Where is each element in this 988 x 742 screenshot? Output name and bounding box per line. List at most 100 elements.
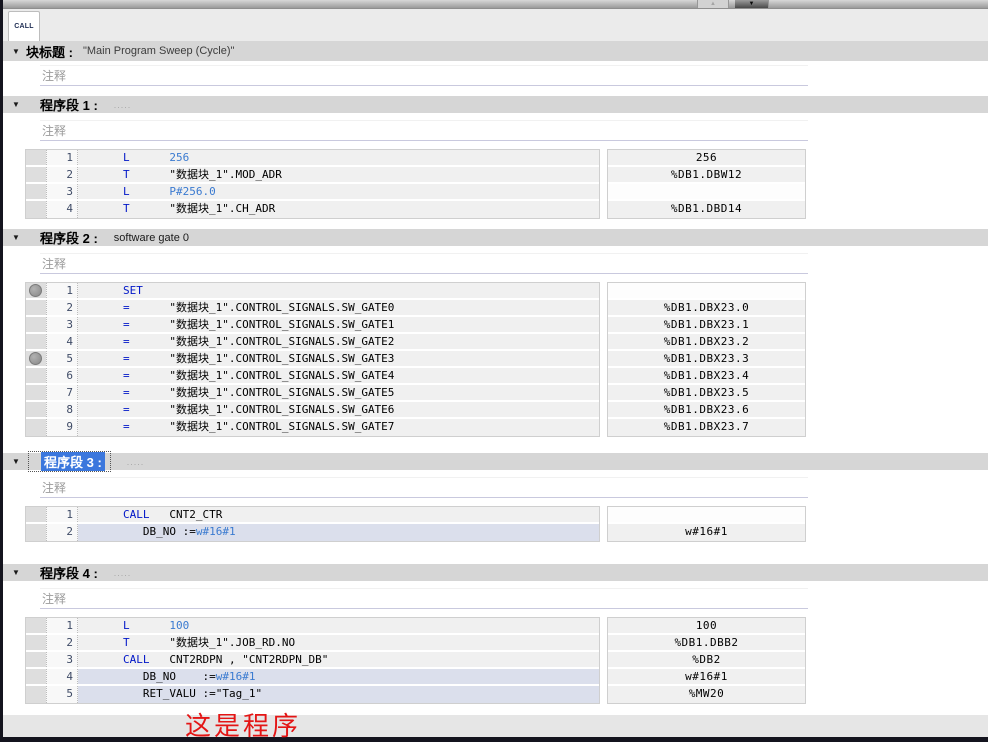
network-section: ▼ 程序段 1 : ..... 注释 1L 2562T "数据块_1".MOD_… [3, 96, 988, 219]
code-cell[interactable]: = "数据块_1".CONTROL_SIGNALS.SW_GATE4 [78, 368, 599, 383]
code-token [150, 508, 170, 521]
code-cell[interactable]: = "数据块_1".CONTROL_SIGNALS.SW_GATE5 [78, 385, 599, 400]
network-comment-field[interactable]: 注释 [40, 477, 808, 498]
code-line[interactable]: 5= "数据块_1".CONTROL_SIGNALS.SW_GATE3 [26, 351, 599, 368]
network-label[interactable]: 程序段 1 : [40, 95, 98, 114]
collapse-triangle-icon[interactable]: ▼ [12, 100, 26, 109]
scroll-down-button[interactable]: ▼ [735, 0, 769, 8]
network-label-box[interactable]: 程序段 1 : [40, 95, 98, 114]
collapse-triangle-icon[interactable]: ▼ [12, 568, 26, 577]
code-line[interactable]: 3L P#256.0 [26, 184, 599, 201]
code-line[interactable]: 2T "数据块_1".JOB_RD.NO [26, 635, 599, 652]
network-header[interactable]: ▼ 程序段 4 : ..... [3, 564, 988, 581]
stl-code-table: 1SET2= "数据块_1".CONTROL_SIGNALS.SW_GATE03… [25, 282, 988, 437]
network-label[interactable]: 程序段 4 : [40, 563, 98, 582]
code-cell[interactable]: SET [78, 283, 599, 298]
network-comment-field[interactable]: 注释 [40, 253, 808, 274]
code-token: L [123, 151, 130, 164]
code-line[interactable]: 9= "数据块_1".CONTROL_SIGNALS.SW_GATE7 [26, 419, 599, 436]
code-token [130, 335, 170, 348]
code-token: "数据块_1".CONTROL_SIGNALS.SW_GATE5 [169, 386, 394, 399]
code-line[interactable]: 1CALL CNT2_CTR [26, 507, 599, 524]
code-token: "数据块_1".JOB_RD.NO [169, 636, 295, 649]
collapse-triangle-icon[interactable]: ▼ [12, 47, 26, 56]
code-cell[interactable]: L P#256.0 [78, 184, 599, 199]
code-token: "数据块_1".CONTROL_SIGNALS.SW_GATE3 [169, 352, 394, 365]
scroll-up-button[interactable]: ▲ [697, 0, 729, 8]
line-gutter [26, 351, 46, 366]
code-token: := [202, 687, 215, 700]
code-line[interactable]: 2 DB_NO :=w#16#1 [26, 524, 599, 541]
code-cell[interactable]: = "数据块_1".CONTROL_SIGNALS.SW_GATE6 [78, 402, 599, 417]
network-label[interactable]: 程序段 2 : [40, 228, 98, 247]
code-line[interactable]: 4= "数据块_1".CONTROL_SIGNALS.SW_GATE2 [26, 334, 599, 351]
network-title[interactable]: ..... [127, 457, 145, 467]
code-line[interactable]: 1L 256 [26, 150, 599, 167]
code-line[interactable]: 1L 100 [26, 618, 599, 635]
network-label-box[interactable]: 程序段 4 : [40, 563, 98, 582]
code-token [130, 636, 170, 649]
code-cell[interactable]: L 100 [78, 618, 599, 633]
block-comment-field[interactable]: 注释 [40, 65, 808, 86]
line-gutter [26, 334, 46, 349]
network-title[interactable]: ..... [114, 568, 132, 578]
code-line[interactable]: 2T "数据块_1".MOD_ADR [26, 167, 599, 184]
line-number: 2 [46, 524, 78, 541]
code-cell[interactable]: DB_NO :=w#16#1 [78, 669, 599, 684]
code-token: RET_VALU [123, 687, 202, 700]
code-cell[interactable]: = "数据块_1".CONTROL_SIGNALS.SW_GATE2 [78, 334, 599, 349]
line-number: 1 [46, 618, 78, 633]
address-column: 256%DB1.DBW12%DB1.DBD14 [607, 149, 806, 219]
network-header[interactable]: ▼ 程序段 2 : software gate 0 [3, 229, 988, 246]
code-cell[interactable]: CALL CNT2_CTR [78, 507, 599, 522]
network-comment-field[interactable]: 注释 [40, 120, 808, 141]
code-cell[interactable]: = "数据块_1".CONTROL_SIGNALS.SW_GATE0 [78, 300, 599, 315]
code-line[interactable]: 2= "数据块_1".CONTROL_SIGNALS.SW_GATE0 [26, 300, 599, 317]
code-token: "数据块_1".CH_ADR [169, 202, 275, 215]
line-gutter [26, 283, 46, 298]
code-line[interactable]: 4 DB_NO :=w#16#1 [26, 669, 599, 686]
collapse-triangle-icon[interactable]: ▼ [12, 457, 26, 466]
network-comment-field[interactable]: 注释 [40, 588, 808, 609]
code-cell[interactable]: = "数据块_1".CONTROL_SIGNALS.SW_GATE7 [78, 419, 599, 436]
code-line[interactable]: 3CALL CNT2RDPN , "CNT2RDPN_DB" [26, 652, 599, 669]
code-cell[interactable]: RET_VALU :="Tag_1" [78, 686, 599, 703]
code-line[interactable]: 6= "数据块_1".CONTROL_SIGNALS.SW_GATE4 [26, 368, 599, 385]
tab-call[interactable]: CALL [8, 11, 40, 41]
code-token [130, 420, 170, 433]
code-line[interactable]: 3= "数据块_1".CONTROL_SIGNALS.SW_GATE1 [26, 317, 599, 334]
address-column: %DB1.DBX23.0%DB1.DBX23.1%DB1.DBX23.2%DB1… [607, 282, 806, 437]
code-line[interactable]: 4T "数据块_1".CH_ADR [26, 201, 599, 218]
line-number: 4 [46, 201, 78, 218]
code-cell[interactable]: T "数据块_1".CH_ADR [78, 201, 599, 218]
code-cell[interactable]: T "数据块_1".MOD_ADR [78, 167, 599, 182]
address-cell: %DB2 [608, 652, 805, 669]
code-line[interactable]: 5 RET_VALU :="Tag_1" [26, 686, 599, 703]
code-cell[interactable]: L 256 [78, 150, 599, 165]
network-label-box[interactable]: 程序段 3 : [28, 451, 111, 472]
network-title[interactable]: ..... [114, 100, 132, 110]
collapse-triangle-icon[interactable]: ▼ [12, 233, 26, 242]
code-token: P#256.0 [169, 185, 215, 198]
code-cell[interactable]: T "数据块_1".JOB_RD.NO [78, 635, 599, 650]
code-cell[interactable]: = "数据块_1".CONTROL_SIGNALS.SW_GATE1 [78, 317, 599, 332]
code-token [130, 301, 170, 314]
network-section: ▼ 程序段 2 : software gate 0 注释 1SET2= "数据块… [3, 229, 988, 437]
network-header[interactable]: ▼ 程序段 1 : ..... [3, 96, 988, 113]
block-title-value[interactable]: "Main Program Sweep (Cycle)" [83, 45, 234, 57]
network-label[interactable]: 程序段 3 : [41, 452, 105, 471]
code-cell[interactable]: CALL CNT2RDPN , "CNT2RDPN_DB" [78, 652, 599, 667]
address-cell [608, 507, 805, 524]
bottom-band [3, 715, 988, 737]
code-cell[interactable]: = "数据块_1".CONTROL_SIGNALS.SW_GATE3 [78, 351, 599, 366]
network-header[interactable]: ▼ 程序段 3 : ..... [3, 453, 988, 470]
network-label-box[interactable]: 程序段 2 : [40, 228, 98, 247]
code-line[interactable]: 7= "数据块_1".CONTROL_SIGNALS.SW_GATE5 [26, 385, 599, 402]
code-line[interactable]: 1SET [26, 283, 599, 300]
code-line[interactable]: 8= "数据块_1".CONTROL_SIGNALS.SW_GATE6 [26, 402, 599, 419]
stl-program-editor: ▲ ▼ CALL ▼ 块标题 : "Main Program Sweep (Cy… [0, 0, 988, 742]
network-title[interactable]: software gate 0 [114, 232, 189, 244]
line-gutter [26, 669, 46, 684]
code-cell[interactable]: DB_NO :=w#16#1 [78, 524, 599, 541]
stl-code-table: 1CALL CNT2_CTR2 DB_NO :=w#16#1 w#16#1 [25, 506, 988, 542]
